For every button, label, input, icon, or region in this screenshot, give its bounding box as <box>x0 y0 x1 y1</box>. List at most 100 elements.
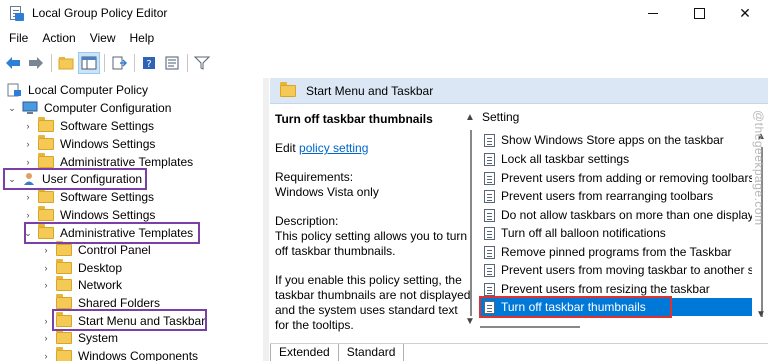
chevron-right-icon[interactable]: › <box>22 120 34 132</box>
setting-row[interactable]: Prevent users from rearranging toolbars <box>480 187 752 205</box>
minimize-button[interactable] <box>630 0 676 26</box>
show-hide-tree-button[interactable] <box>78 52 100 74</box>
forward-arrow-icon <box>29 57 43 69</box>
tab-extended[interactable]: Extended <box>270 344 339 361</box>
settings-horizontal-scrollbar[interactable] <box>480 322 756 332</box>
folder-icon <box>56 259 72 274</box>
requirements-block: Requirements: Windows Vista only <box>275 170 475 200</box>
back-button[interactable] <box>2 52 24 74</box>
menu-file[interactable]: File <box>2 31 35 45</box>
policy-description-panel: Turn off taskbar thumbnails Edit policy … <box>275 112 475 347</box>
chevron-right-icon[interactable]: › <box>22 138 34 150</box>
tree-item-label: Local Computer Policy <box>28 83 149 97</box>
tree-item-system[interactable]: › System <box>40 329 118 347</box>
description-block: Description: This policy setting allows … <box>275 214 475 259</box>
close-button[interactable]: ✕ <box>722 0 768 26</box>
tree-item-label: Desktop <box>78 261 123 275</box>
details-pane: Start Menu and Taskbar Turn off taskbar … <box>270 78 768 361</box>
folder-icon <box>38 117 54 132</box>
console-tree: Local Computer Policy ⌄ Computer Configu… <box>0 78 263 361</box>
highlight-user-configuration <box>3 168 147 190</box>
chevron-right-icon[interactable]: › <box>40 350 52 361</box>
setting-label: Turn off all balloon notifications <box>501 226 666 240</box>
setting-row[interactable]: Remove pinned programs from the Taskbar <box>480 243 752 261</box>
chevron-right-icon[interactable]: › <box>40 315 52 327</box>
scroll-up-icon[interactable]: ▲ <box>465 112 475 123</box>
setting-row[interactable]: Prevent users from adding or removing to… <box>480 169 752 187</box>
setting-row[interactable]: Do not allow taskbars on more than one d… <box>480 206 752 224</box>
tree-item-cc-software-settings[interactable]: › Software Settings <box>22 117 154 135</box>
folder-icon <box>38 153 54 168</box>
setting-row[interactable]: Turn off all balloon notifications <box>480 224 752 242</box>
setting-row[interactable]: Prevent users from moving taskbar to ano… <box>480 261 752 279</box>
tree-item-label: Control Panel <box>78 243 151 257</box>
maximize-button[interactable] <box>676 0 722 26</box>
menu-action[interactable]: Action <box>35 31 82 45</box>
tree-item-label: Network <box>78 278 123 292</box>
details-header: Start Menu and Taskbar <box>270 78 768 104</box>
tree-item-uc-software-settings[interactable]: › Software Settings <box>22 188 154 206</box>
tree-item-computer-configuration[interactable]: ⌄ Computer Configuration <box>6 99 171 117</box>
scroll-down-icon[interactable]: ▼ <box>756 309 766 320</box>
description-scrollbar[interactable]: ▲ ▼ <box>464 112 478 328</box>
chevron-right-icon[interactable]: › <box>40 262 52 274</box>
pane-splitter[interactable] <box>263 78 269 361</box>
description-text-2: If you enable this policy setting, the t… <box>275 273 471 332</box>
requirements-value: Windows Vista only <box>275 185 379 199</box>
help-button[interactable]: ? <box>138 52 160 74</box>
back-arrow-icon <box>6 57 20 69</box>
toolbar: ? <box>0 50 768 76</box>
scrollbar-thumb[interactable] <box>470 130 472 316</box>
chevron-right-icon[interactable]: › <box>40 279 52 291</box>
edit-policy-setting-link[interactable]: policy setting <box>299 141 368 155</box>
highlight-turn-off-taskbar-thumbnails <box>479 296 672 318</box>
chevron-right-icon[interactable]: › <box>22 156 34 168</box>
properties-button[interactable] <box>161 52 183 74</box>
tree-item-network[interactable]: › Network <box>40 276 122 294</box>
view-tabs: Extended Standard <box>270 343 768 361</box>
menu-help[interactable]: Help <box>123 31 162 45</box>
setting-label: Prevent users from adding or removing to… <box>501 171 752 185</box>
chevron-right-icon[interactable]: › <box>40 244 52 256</box>
setting-column-header[interactable]: Setting <box>482 110 519 124</box>
menu-view[interactable]: View <box>83 31 123 45</box>
description-text-1: This policy setting allows you to turn o… <box>275 229 468 258</box>
scroll-down-icon[interactable]: ▼ <box>465 316 475 327</box>
tree-item-label: Computer Configuration <box>44 101 172 115</box>
tree-item-desktop[interactable]: › Desktop <box>40 259 122 277</box>
folder-icon <box>280 81 296 97</box>
forward-button[interactable] <box>25 52 47 74</box>
title-bar: Local Group Policy Editor ✕ <box>0 0 768 26</box>
scrollbar-thumb[interactable] <box>480 326 580 328</box>
chevron-right-icon[interactable]: › <box>22 209 34 221</box>
folder-icon <box>38 206 54 221</box>
setting-label: Prevent users from resizing the taskbar <box>501 282 710 296</box>
chevron-right-icon[interactable]: › <box>40 332 52 344</box>
tree-item-local-computer-policy[interactable]: Local Computer Policy <box>6 81 148 99</box>
policy-setting-icon <box>484 245 495 259</box>
menu-bar: File Action View Help <box>0 28 161 48</box>
settings-list: Show Windows Store apps on the taskbar L… <box>480 131 752 316</box>
tab-standard[interactable]: Standard <box>339 344 405 361</box>
policy-setting-icon <box>484 226 495 240</box>
computer-icon <box>22 101 38 114</box>
show-hide-tree-icon <box>81 56 97 70</box>
export-list-button[interactable] <box>108 52 130 74</box>
window-title: Local Group Policy Editor <box>32 6 168 20</box>
svg-text:?: ? <box>146 59 151 70</box>
up-one-level-button[interactable] <box>55 52 77 74</box>
setting-row[interactable]: Lock all taskbar settings <box>480 150 752 168</box>
setting-label: Show Windows Store apps on the taskbar <box>501 133 724 147</box>
description-label: Description: <box>275 214 339 228</box>
chevron-right-icon[interactable]: › <box>22 191 34 203</box>
requirements-label: Requirements: <box>275 170 354 184</box>
tree-item-cc-windows-settings[interactable]: › Windows Settings <box>22 135 155 153</box>
toolbar-separator <box>51 54 52 72</box>
tree-item-windows-components[interactable]: › Windows Components <box>40 347 198 361</box>
setting-row[interactable]: Show Windows Store apps on the taskbar <box>480 131 752 149</box>
filter-button[interactable] <box>191 52 213 74</box>
chevron-down-icon[interactable]: ⌄ <box>6 102 18 114</box>
policy-title: Turn off taskbar thumbnails <box>275 112 433 126</box>
close-icon: ✕ <box>739 4 751 21</box>
tree-item-label: Software Settings <box>60 190 155 204</box>
